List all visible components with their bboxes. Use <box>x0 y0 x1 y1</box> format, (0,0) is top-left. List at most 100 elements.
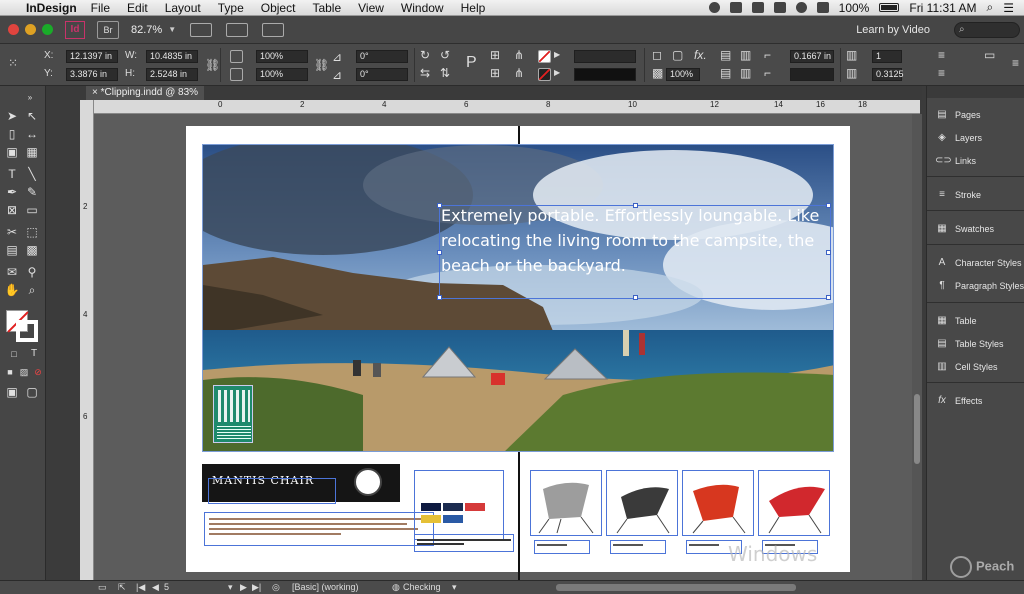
panel-layers[interactable]: ◈ Layers <box>927 127 1024 149</box>
h-field[interactable]: 2.5248 in <box>146 68 198 81</box>
shear-field[interactable]: 0° <box>356 68 408 81</box>
fill-stroke-swatches[interactable] <box>6 310 40 344</box>
columns-field[interactable]: 1 <box>872 50 902 63</box>
first-page-icon[interactable]: |◀ <box>136 582 145 593</box>
text-wrap-bounding-icon[interactable]: ▥ <box>740 48 751 62</box>
menu-object[interactable]: Object <box>261 1 296 15</box>
page-tool-icon[interactable]: ▯ <box>4 126 20 142</box>
evernote-icon[interactable] <box>751 2 764 13</box>
panel-links[interactable]: ⊂⊃ Links <box>927 150 1024 172</box>
wifi-icon[interactable] <box>795 2 807 13</box>
rotate-field[interactable]: 0° <box>356 50 408 63</box>
flip-horizontal-icon[interactable]: ⇆ <box>420 66 430 80</box>
horizontal-scroll-thumb[interactable] <box>556 584 796 591</box>
preflight-profile[interactable]: [Basic] (working) <box>292 582 359 592</box>
opacity-field[interactable]: 100% <box>666 68 700 81</box>
close-tab-icon[interactable]: × <box>92 87 101 98</box>
select-previous-icon[interactable]: ⋔ <box>514 48 524 62</box>
collapse-tools-icon[interactable]: » <box>22 90 38 106</box>
vertical-ruler[interactable]: 2 4 6 <box>80 100 94 580</box>
corner-shape-icon[interactable]: ⌐ <box>764 66 771 80</box>
vertical-scroll-thumb[interactable] <box>914 394 920 464</box>
fill-dropdown-icon[interactable]: ▶ <box>554 50 560 59</box>
battery-icon[interactable] <box>879 3 900 12</box>
resize-handle[interactable] <box>437 203 442 208</box>
zoom-tool-icon[interactable]: ⌕ <box>24 282 40 298</box>
panel-character-styles[interactable]: A Character Styles <box>927 252 1024 274</box>
normal-view-icon[interactable]: ▣ <box>4 384 20 400</box>
screen-mode-icon[interactable] <box>226 22 249 37</box>
fx-icon[interactable]: fx. <box>694 48 707 62</box>
page-dropdown-icon[interactable]: ▾ <box>228 582 233 593</box>
menu-file[interactable]: File <box>91 1 110 15</box>
bridge-button[interactable]: Br <box>97 20 119 39</box>
panel-table-styles[interactable]: ▤ Table Styles <box>927 333 1024 355</box>
zoom-window-button[interactable] <box>42 24 53 35</box>
menu-table[interactable]: Table <box>312 1 341 15</box>
rectangle-frame-tool-icon[interactable]: ⊠ <box>4 202 20 218</box>
horizontal-ruler[interactable]: 0 2 4 6 8 10 12 14 16 18 <box>94 100 920 114</box>
chair-image-frame[interactable] <box>682 470 754 536</box>
inset-field[interactable]: 0.1667 in <box>790 50 834 63</box>
constrain-proportions-icon[interactable]: ⛓ <box>205 58 220 72</box>
scale-y-field[interactable]: 100% <box>256 68 308 81</box>
volume-icon[interactable] <box>816 2 829 13</box>
previous-page-icon[interactable]: ◀ <box>152 582 159 593</box>
chair-image-frame[interactable] <box>530 470 602 536</box>
effects-icon[interactable]: ▢ <box>672 48 683 62</box>
spotlight-icon[interactable]: ⌕ <box>987 0 994 15</box>
menu-layout[interactable]: Layout <box>165 1 201 15</box>
stroke-type-select[interactable] <box>574 68 636 81</box>
vertical-scrollbar[interactable] <box>912 114 922 580</box>
stroke-swatch[interactable] <box>538 68 551 81</box>
select-content-icon[interactable]: ⊞ <box>490 66 500 80</box>
select-container-icon[interactable]: ⊞ <box>490 48 500 62</box>
app-menu[interactable]: InDesign <box>26 1 77 15</box>
gap-tool-icon[interactable]: ↔ <box>24 126 40 142</box>
vertical-justification-icon[interactable]: ≡ <box>938 48 945 62</box>
panel-cell-styles[interactable]: ▥ Cell Styles <box>927 356 1024 378</box>
close-window-button[interactable] <box>8 24 19 35</box>
resize-handle[interactable] <box>826 250 831 255</box>
workspace-switcher[interactable]: Learn by Video <box>856 24 930 36</box>
open-in-mini-bridge-icon[interactable]: ▭ <box>98 582 107 593</box>
clock[interactable]: Fri 11:31 AM <box>909 1 976 15</box>
x-field[interactable]: 12.1397 in <box>66 50 118 63</box>
text-frame-selection[interactable] <box>437 203 831 300</box>
resize-handle[interactable] <box>826 203 831 208</box>
line-tool-icon[interactable]: ╲ <box>24 166 40 182</box>
balance-columns-icon[interactable]: ≡ <box>938 66 945 80</box>
zoom-level[interactable]: 82.7% <box>131 24 162 36</box>
pasteboard[interactable]: Extremely portable. Effortlessly loungab… <box>94 114 912 580</box>
preflight-status[interactable]: Checking <box>403 582 441 592</box>
reveal-in-finder-icon[interactable]: ⇱ <box>118 582 126 593</box>
product-title-bar[interactable]: MANTIS CHAIR <box>202 464 400 504</box>
rotate-clockwise-icon[interactable]: ↻ <box>420 48 430 62</box>
notification-center-icon[interactable]: ☰ <box>1003 1 1014 15</box>
minimize-window-button[interactable] <box>25 24 36 35</box>
resize-handle[interactable] <box>437 250 442 255</box>
drop-shadow-icon[interactable]: ◻ <box>652 48 662 62</box>
note-tool-icon[interactable]: ✉ <box>4 264 20 280</box>
type-tool-icon[interactable]: T <box>4 166 20 182</box>
sync-icon[interactable] <box>708 2 720 13</box>
view-options-icon[interactable] <box>190 22 213 37</box>
gradient-feather-tool-icon[interactable]: ▩ <box>24 242 40 258</box>
menu-view[interactable]: View <box>358 1 384 15</box>
free-transform-tool-icon[interactable]: ⬚ <box>24 224 40 240</box>
price-info-frame[interactable] <box>414 534 514 552</box>
align-center-icon[interactable]: ▥ <box>740 66 751 80</box>
last-page-icon[interactable]: ▶| <box>252 582 261 593</box>
pen-tool-icon[interactable]: ✒ <box>4 184 20 200</box>
reference-point-icon[interactable]: ⁙ <box>8 56 18 70</box>
y-field[interactable]: 3.3876 in <box>66 68 118 81</box>
chair-caption-frame[interactable] <box>534 540 590 554</box>
gutter-field[interactable]: 0.3125 <box>872 68 904 81</box>
formatting-container-icon[interactable]: □ <box>6 346 22 362</box>
panel-dock-header[interactable] <box>927 86 1024 98</box>
panel-paragraph-styles[interactable]: ¶ Paragraph Styles <box>927 275 1024 297</box>
selection-tool-icon[interactable]: ➤ <box>4 108 20 124</box>
formatting-text-icon[interactable]: T <box>26 346 42 362</box>
preview-mode-icon[interactable]: ▢ <box>24 384 40 400</box>
scissors-tool-icon[interactable]: ✂ <box>4 224 20 240</box>
